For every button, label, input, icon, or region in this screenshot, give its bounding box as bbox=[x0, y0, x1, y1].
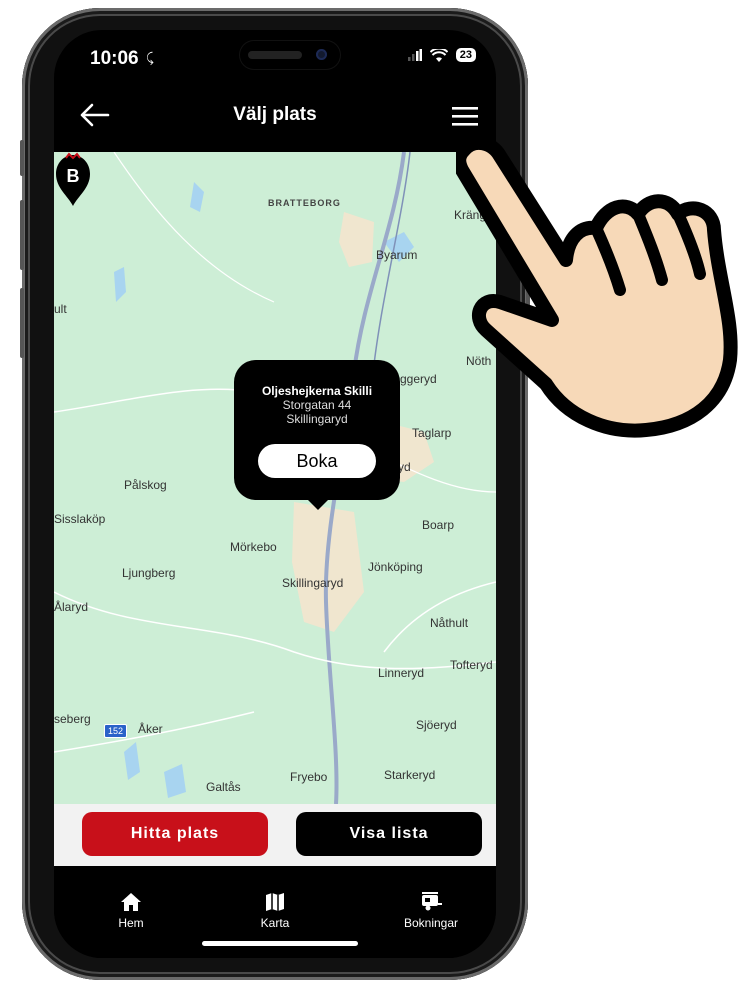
volume-down-button bbox=[20, 288, 24, 358]
map-label: Sjöeryd bbox=[416, 718, 457, 732]
map-label: Tofteryd bbox=[450, 658, 493, 672]
speaker-grille bbox=[248, 51, 302, 59]
map-label: ult bbox=[54, 302, 67, 316]
status-time: 10:06 bbox=[90, 48, 139, 69]
map-label: seberg bbox=[54, 712, 91, 726]
pin-letter: B bbox=[67, 166, 80, 186]
caravan-icon bbox=[422, 892, 442, 911]
popup-name: Oljeshejkerna Skilli bbox=[261, 384, 373, 398]
dynamic-island bbox=[240, 41, 340, 69]
map-label: Mörkebo bbox=[230, 540, 277, 554]
tab-home[interactable]: Hem bbox=[86, 890, 176, 930]
map-label: Boarp bbox=[422, 518, 455, 532]
volume-up-button bbox=[20, 200, 24, 270]
map-label: Ålaryd bbox=[54, 600, 89, 614]
map-label: Sisslaköp bbox=[54, 512, 106, 526]
tab-bar: Hem Karta Bokningar bbox=[54, 866, 496, 958]
action-bar: Hitta plats Visa lista bbox=[54, 804, 496, 866]
popup-street: Storgatan 44 bbox=[282, 398, 352, 412]
home-indicator bbox=[202, 941, 358, 946]
tab-label: Hem bbox=[118, 916, 144, 930]
battery-icon: 23 bbox=[455, 48, 476, 62]
map-label: Linneryd bbox=[378, 666, 425, 680]
map-label: Fryebo bbox=[290, 770, 328, 784]
wifi-icon bbox=[429, 48, 448, 62]
map-label: Taglarp bbox=[412, 426, 452, 440]
map-icon bbox=[266, 893, 284, 911]
mute-switch bbox=[20, 140, 24, 176]
location-arrow-icon: ⤹ bbox=[146, 50, 154, 65]
map-label: ggeryd bbox=[400, 372, 437, 386]
hamburger-menu-icon[interactable] bbox=[450, 104, 480, 128]
status-icons: 23 bbox=[407, 48, 476, 62]
map-label: Byarum bbox=[376, 248, 418, 262]
find-location-button[interactable]: Hitta plats bbox=[82, 812, 268, 856]
front-camera bbox=[316, 49, 327, 60]
map-label: BRATTEBORG bbox=[268, 198, 341, 208]
status-bar: 10:06 ⤹ 23 bbox=[54, 30, 496, 86]
map-label: Pålskog bbox=[124, 478, 167, 492]
tab-bookings[interactable]: Bokningar bbox=[386, 890, 476, 930]
pointing-hand-icon bbox=[456, 140, 738, 438]
page-title: Välj plats bbox=[233, 104, 317, 125]
phone-screen: 10:06 ⤹ 23 Välj plats BRATTEBORG Krängs … bbox=[54, 30, 496, 958]
map-label: Nåthult bbox=[430, 616, 469, 630]
map-label: Åker bbox=[138, 722, 163, 736]
book-button[interactable]: Boka bbox=[258, 444, 376, 478]
show-list-button[interactable]: Visa lista bbox=[296, 812, 482, 856]
tab-label: Bokningar bbox=[403, 916, 459, 930]
map-view[interactable]: BRATTEBORG Krängs Byarum ult Nöth ggeryd… bbox=[54, 152, 496, 804]
tab-label: Karta bbox=[260, 916, 290, 930]
popup-pointer bbox=[306, 498, 330, 510]
tab-map[interactable]: Karta bbox=[230, 890, 320, 930]
popup-city: Skillingaryd bbox=[286, 412, 348, 426]
map-label: Jönköping bbox=[368, 560, 423, 574]
location-popup: Oljeshejkerna Skilli Storgatan 44 Skilli… bbox=[234, 360, 400, 510]
home-icon bbox=[121, 893, 141, 911]
map-label: Starkeryd bbox=[384, 768, 436, 782]
route-shield: 152 bbox=[104, 724, 128, 738]
map-label: Galtås bbox=[206, 780, 241, 794]
map-label: Ljungberg bbox=[122, 566, 176, 580]
app-bar: Välj plats bbox=[54, 86, 496, 152]
signal-icon bbox=[407, 49, 422, 61]
location-pin-icon[interactable]: B bbox=[54, 152, 92, 206]
map-label: Skillingaryd bbox=[282, 576, 344, 590]
